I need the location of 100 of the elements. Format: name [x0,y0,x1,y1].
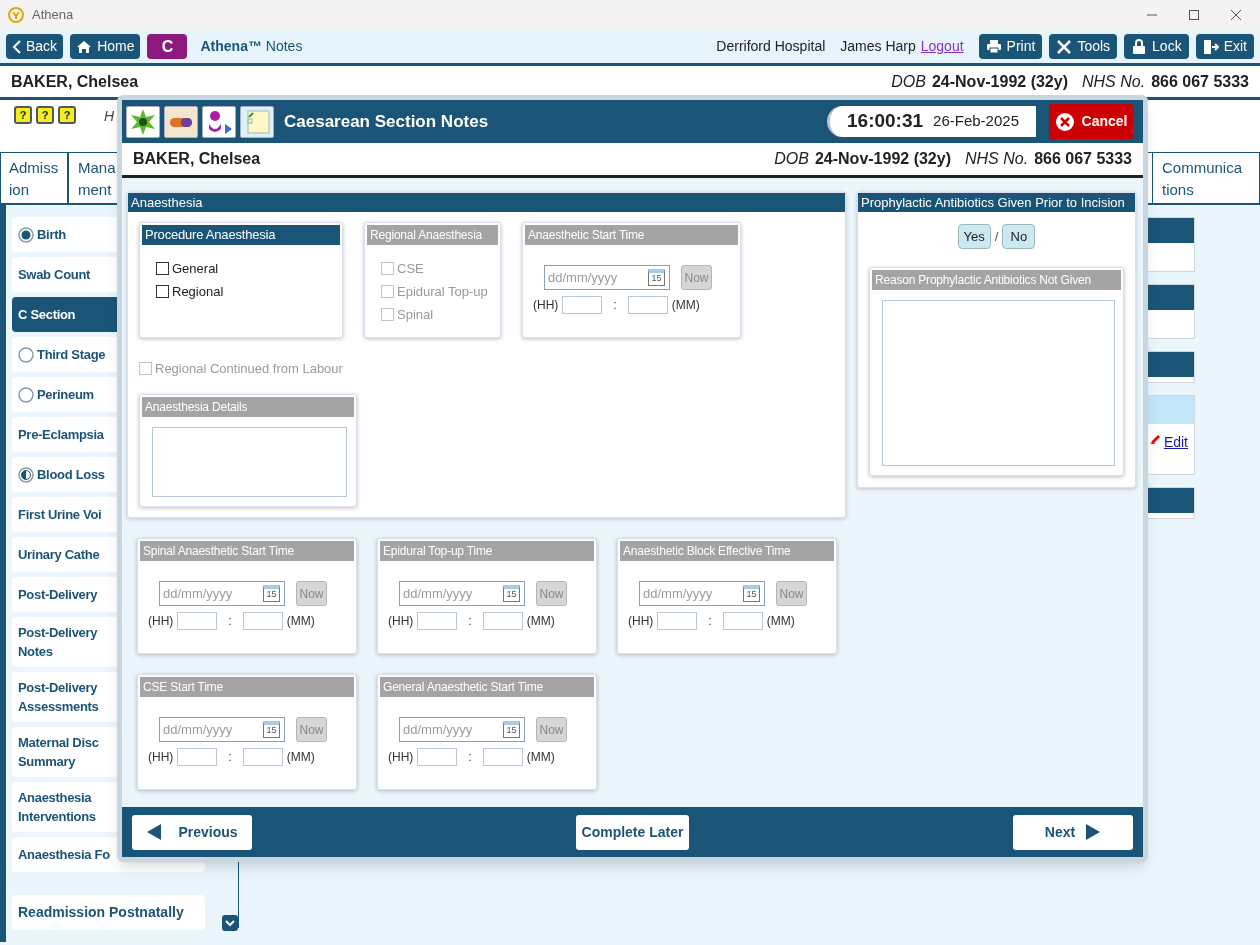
maximize-icon[interactable] [1188,9,1200,21]
panel-header: Procedure Anaesthesia [142,225,340,245]
time-separator: : [228,613,232,630]
hours-label: (HH) [533,297,559,314]
edit-link[interactable]: Edit [1163,432,1188,453]
panel-header: Anaesthesia Details [142,397,354,417]
date-of-birth: 24-Nov-1992 (32y) [931,71,1068,92]
app-logo-icon [8,7,24,23]
notepad-icon[interactable] [240,105,274,138]
hours-label: (HH) [148,749,174,766]
capsule-icon[interactable] [164,105,198,138]
hours-label: (HH) [388,749,414,766]
app-name: Athena™ Notes [200,37,303,56]
reason-text-area[interactable] [882,300,1115,466]
panel-header: Anaesthetic Block Effective Time [620,541,834,561]
sidebar-item[interactable]: Readmission Postnatally [12,895,205,930]
separator-text: / [994,227,999,246]
patient-name: BAKER, Chelsea [133,149,261,169]
time-separator: : [228,749,232,766]
date-of-birth: 24-Nov-1992 (32y) [814,149,951,169]
dob-label: DOB [774,149,809,169]
panel-header: Regional Anaesthesia [367,225,498,245]
details-text-area[interactable] [152,427,347,497]
section-header: Prophylactic Antibiotics Given Prior to Incision [858,193,1135,212]
close-icon[interactable] [1230,9,1242,21]
user-name: James Harp [840,37,916,56]
home-button[interactable]: Home [70,34,141,59]
minutes-field[interactable] [242,748,283,766]
hours-field[interactable] [657,612,698,630]
minutes-label: (MM) [286,749,315,766]
cancel-button[interactable]: Cancel [1049,104,1133,139]
minutes-field[interactable] [482,748,523,766]
printer-icon [985,38,1002,55]
status-circle-icon [18,226,34,243]
dialog-title: Caesarean Section Notes [284,110,489,133]
no-button[interactable]: No [1002,224,1036,249]
toolbar-button[interactable]: Tools [1049,34,1118,59]
minutes-label: (MM) [526,613,555,630]
toolbar-button[interactable]: Lock [1124,34,1189,59]
dob-label: DOB [891,71,926,92]
nhs-number: 866 067 5333 [1034,149,1132,169]
status-circle-icon [18,346,34,363]
triangle-left-icon [146,823,163,841]
pencil-icon [1148,432,1161,444]
section-tab[interactable]: Communica tions [1152,153,1260,203]
minutes-label: (MM) [766,613,795,630]
panel-header: CSE Start Time [140,677,354,697]
time-separator: : [708,613,712,630]
previous-button[interactable]: Previous [132,814,252,850]
hours-label: (HH) [388,613,414,630]
checkbox[interactable] [156,262,169,275]
patient-name: BAKER, Chelsea [11,71,139,92]
scroll-down-button[interactable] [222,915,238,931]
clock-time: 16:00:31 [847,109,924,134]
checkbox[interactable] [156,285,169,298]
minutes-field[interactable] [482,612,523,630]
time-separator: : [613,297,617,314]
yes-button[interactable]: Yes [957,224,991,249]
minutes-label: (MM) [671,297,700,314]
hours-field[interactable] [417,748,458,766]
help-alert-icon[interactable]: ? [36,106,54,124]
hours-field[interactable] [562,296,603,314]
minutes-label: (MM) [526,749,555,766]
padlock-icon [1131,38,1148,55]
category-badge: C [147,34,188,59]
checkbox-label: CSE [397,260,424,278]
section-header: Anaesthesia [128,193,845,212]
next-button[interactable]: Next [1013,814,1133,850]
door-exit-icon [1202,38,1219,55]
time-separator: : [468,613,472,630]
hours-field[interactable] [177,612,218,630]
hours-field[interactable] [177,748,218,766]
checkbox-label: Epidural Top-up [397,283,488,301]
status-circle-icon [18,386,34,403]
section-tab[interactable]: Admiss ion [0,153,68,203]
time-separator: : [468,749,472,766]
checkbox-label: Spinal [397,306,434,324]
logout-link[interactable]: Logout [920,36,964,57]
nhs-label: NHS No. [1082,71,1146,92]
help-alert-icon[interactable]: ? [14,106,32,124]
toolbar-button[interactable]: Print [978,34,1043,59]
complete-later-button[interactable]: Complete Later [576,814,689,850]
status-circle-icon [18,466,34,483]
hours-label: (HH) [628,613,654,630]
flower-icon[interactable] [126,105,160,138]
hours-field[interactable] [417,612,458,630]
minutes-label: (MM) [286,613,315,630]
minutes-field[interactable] [722,612,763,630]
back-button[interactable]: Back [6,34,64,59]
panel-header: General Anaesthetic Start Time [380,677,594,697]
header-text: H [104,107,115,126]
clock-date: 26-Feb-2025 [933,111,1019,132]
toolbar-button[interactable]: Exit [1195,34,1254,59]
help-alert-icon[interactable]: ? [58,106,76,124]
hospital-name: Derriford Hospital [716,37,826,56]
chevron-left-icon [12,39,22,54]
minutes-field[interactable] [627,296,668,314]
minutes-field[interactable] [242,612,283,630]
window-title: Athena [32,6,74,25]
panel-header: Anaesthetic Start Time [525,225,738,245]
